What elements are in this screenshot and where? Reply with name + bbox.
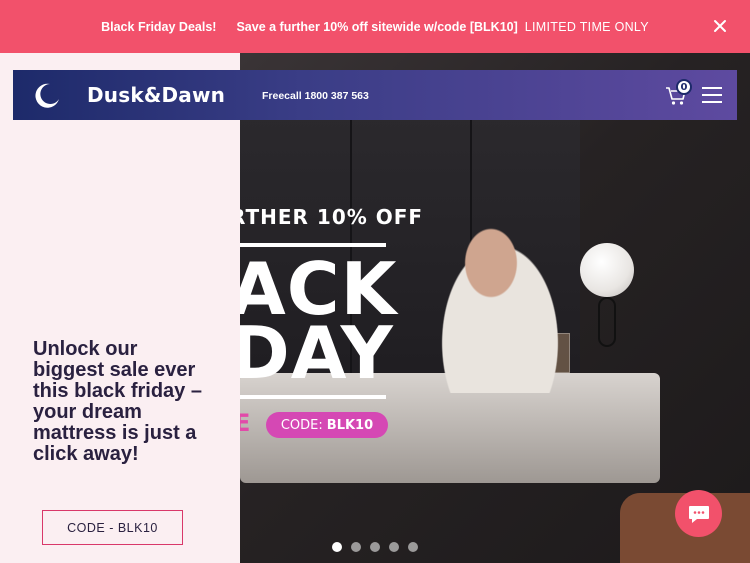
slider-dot-5[interactable]	[408, 542, 418, 552]
chat-bubble-icon	[688, 505, 709, 523]
menu-bar	[702, 101, 722, 103]
promo-deals-label[interactable]: Black Friday Deals!	[101, 20, 216, 34]
slider-dot-4[interactable]	[389, 542, 399, 552]
slider-dots	[332, 542, 418, 552]
slider-dot-2[interactable]	[351, 542, 361, 552]
hero-code-value: BLK10	[326, 417, 374, 433]
slider-dot-3[interactable]	[370, 542, 380, 552]
brand-logo[interactable]: Dusk&Dawn	[87, 83, 225, 107]
hero-lamp-base	[598, 297, 616, 347]
hero-person	[410, 193, 590, 393]
menu-bar	[702, 94, 722, 96]
promo-bar: Black Friday Deals! Save a further 10% o…	[0, 0, 750, 53]
hero-code-pill: CODE: BLK10	[266, 412, 388, 438]
hero-banner[interactable]: RTHER 10% OFF ACK DAY E CODE: BLK10	[240, 53, 750, 563]
chat-button[interactable]	[675, 490, 722, 537]
freecall-link[interactable]: Freecall 1800 387 563	[262, 90, 369, 102]
cart-count-badge: 0	[676, 79, 692, 95]
hero-code-label: CODE:	[280, 417, 323, 433]
hamburger-menu-icon[interactable]	[702, 87, 722, 103]
hero-further-text: RTHER 10% OFF	[240, 205, 424, 229]
slider-dot-1[interactable]	[332, 542, 342, 552]
close-icon[interactable]	[712, 18, 728, 34]
side-headline: Unlock our biggest sale ever this black …	[33, 338, 202, 465]
moon-icon[interactable]	[33, 82, 61, 110]
promo-save-text: Save a further 10% off sitewide w/code […	[236, 19, 518, 34]
hero-fragment: E	[240, 409, 251, 437]
promo-limited-text: LIMITED TIME ONLY	[524, 19, 649, 34]
code-button[interactable]: CODE - BLK10	[42, 510, 183, 545]
site-header: Dusk&Dawn Freecall 1800 387 563 0	[13, 70, 737, 120]
menu-bar	[702, 87, 722, 89]
hero-rule-bottom	[240, 395, 386, 399]
hero-headline-line2: DAY	[240, 311, 394, 395]
